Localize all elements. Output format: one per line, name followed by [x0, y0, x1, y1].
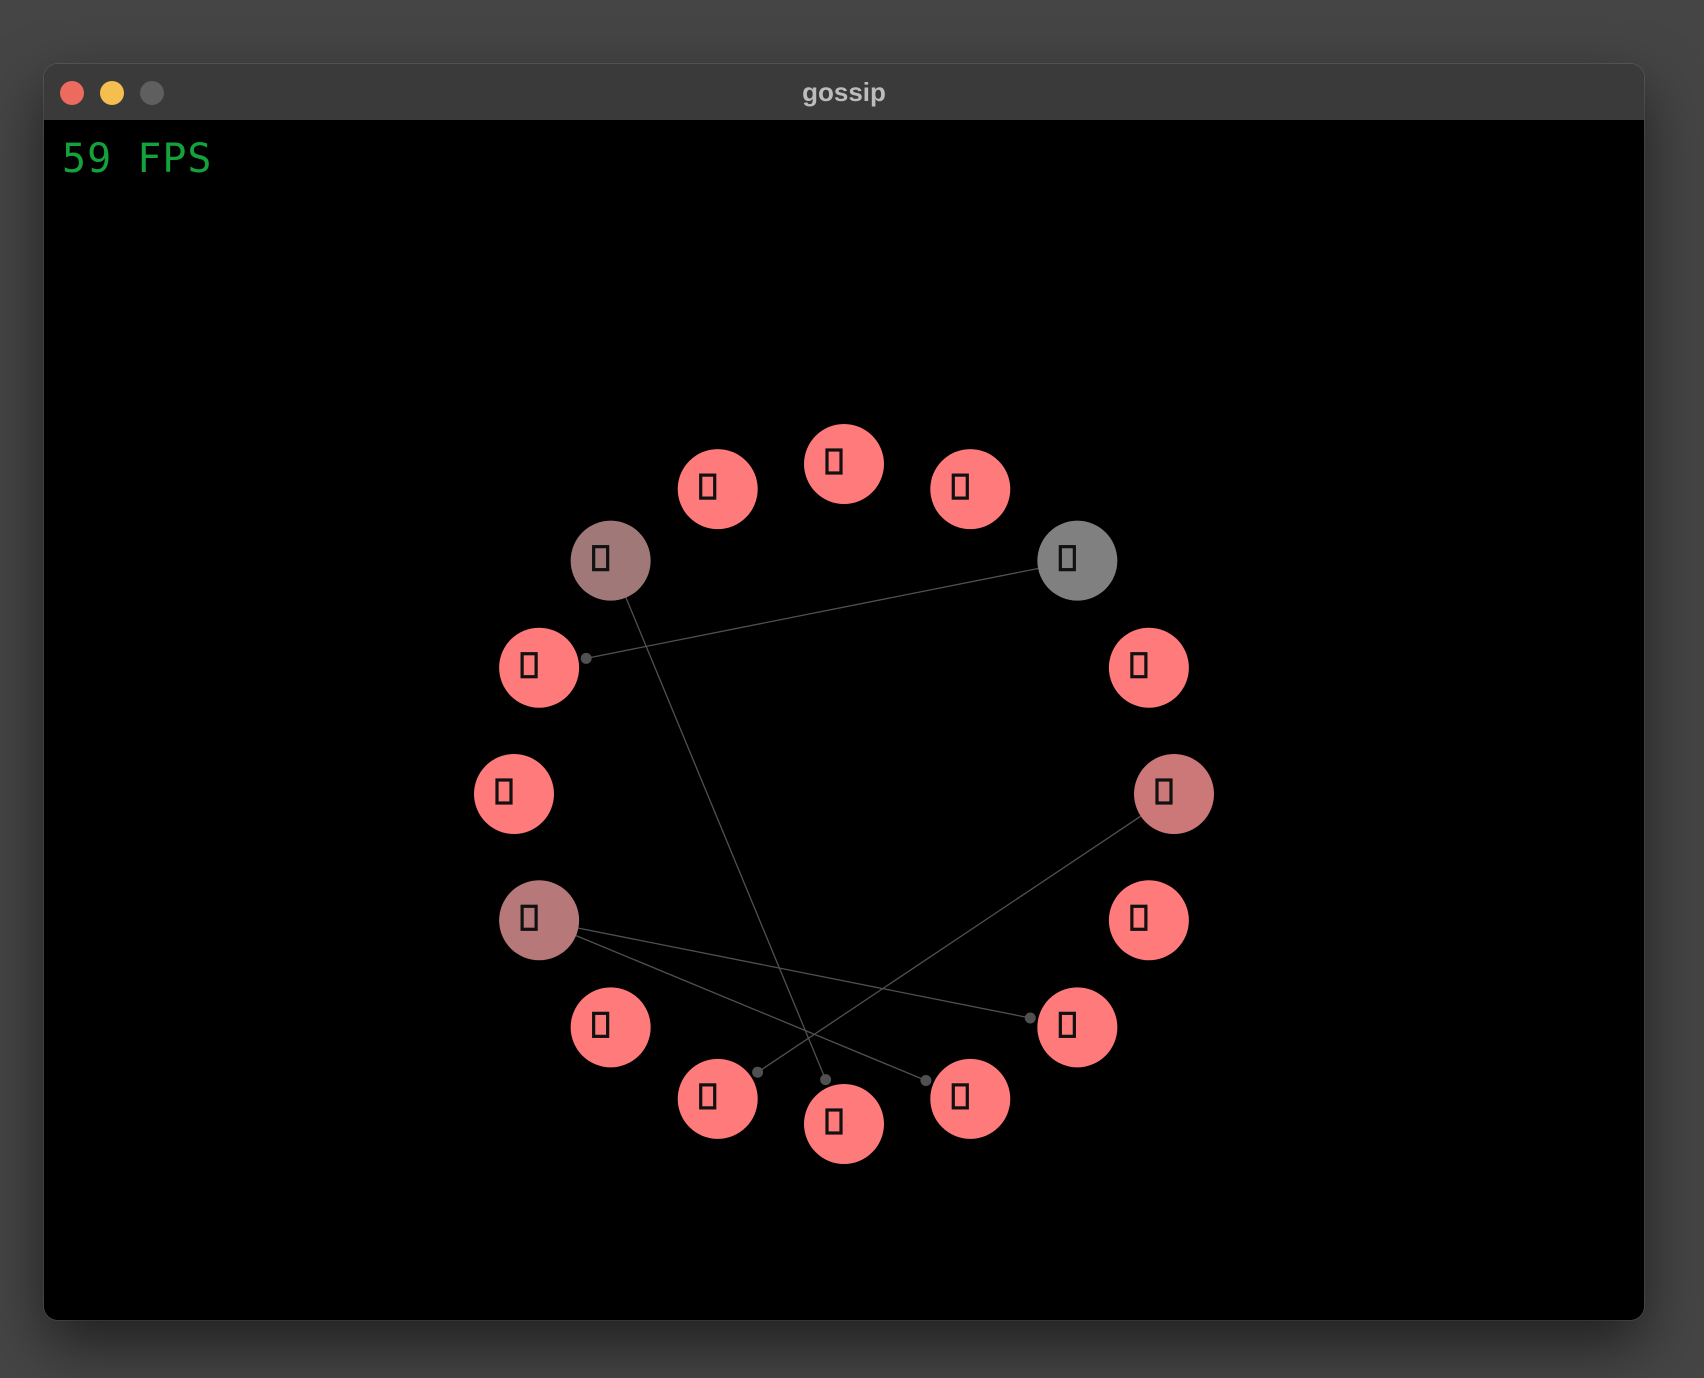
node-circle[interactable]: [804, 424, 884, 504]
gossip-node[interactable]: [570, 987, 651, 1068]
node-circle[interactable]: [930, 449, 1011, 530]
node-circle[interactable]: [570, 520, 651, 601]
node-circle[interactable]: [1108, 880, 1189, 961]
gossip-node[interactable]: [930, 449, 1011, 530]
message-packet: [920, 1075, 932, 1087]
message-edge: [625, 597, 827, 1080]
gossip-node[interactable]: [677, 449, 758, 530]
node-circle[interactable]: [1037, 520, 1118, 601]
gossip-node[interactable]: [1134, 754, 1214, 834]
node-circle[interactable]: [1037, 987, 1118, 1068]
gossip-node[interactable]: [1037, 520, 1118, 601]
gossip-node[interactable]: [1108, 627, 1189, 708]
node-circle[interactable]: [499, 880, 580, 961]
gossip-node[interactable]: [1037, 987, 1118, 1068]
window-title: gossip: [802, 77, 886, 107]
node-circle[interactable]: [1134, 754, 1214, 834]
message-packet: [580, 652, 592, 664]
node-circle[interactable]: [804, 1084, 884, 1164]
gossip-node[interactable]: [499, 627, 580, 708]
message-edge: [578, 927, 1031, 1019]
message-edge: [586, 567, 1039, 659]
simulation-canvas[interactable]: 59 FPS: [44, 120, 1644, 1320]
gossip-node[interactable]: [930, 1058, 1011, 1139]
node-circle[interactable]: [570, 987, 651, 1068]
gossip-node[interactable]: [474, 754, 554, 834]
title-bar[interactable]: gossip: [44, 64, 1644, 121]
gossip-node[interactable]: [570, 520, 651, 601]
node-circle[interactable]: [1108, 627, 1189, 708]
message-packet: [820, 1074, 832, 1086]
node-circle[interactable]: [930, 1058, 1011, 1139]
node-circle[interactable]: [474, 754, 554, 834]
message-packet: [752, 1066, 764, 1078]
node-circle[interactable]: [677, 449, 758, 530]
node-circle[interactable]: [677, 1058, 758, 1139]
gossip-graph: [474, 424, 1214, 1164]
node-circle[interactable]: [499, 627, 580, 708]
gossip-node[interactable]: [804, 1084, 884, 1164]
gossip-node[interactable]: [499, 880, 580, 961]
gossip-node[interactable]: [804, 424, 884, 504]
gossip-node[interactable]: [1108, 880, 1189, 961]
message-packet: [1024, 1012, 1036, 1024]
app-window: gossip 59 FPS: [44, 64, 1644, 1320]
gossip-node[interactable]: [677, 1058, 758, 1139]
